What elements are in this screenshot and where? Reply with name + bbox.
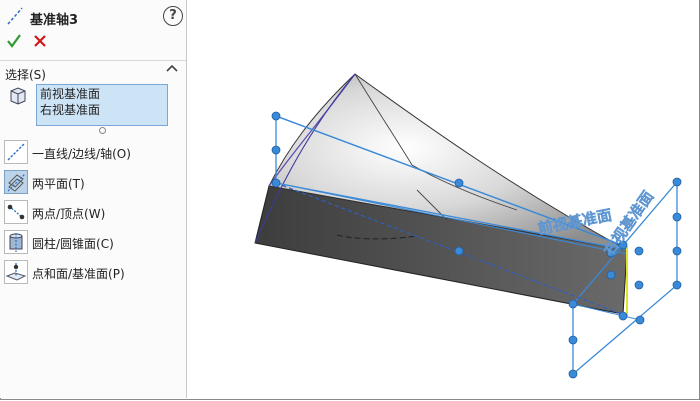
help-button[interactable]: ? xyxy=(163,6,183,26)
option-label: 一直线/边线/轴(O) xyxy=(32,147,131,161)
point-plane-icon[interactable] xyxy=(4,260,28,284)
x-icon xyxy=(34,35,46,47)
chevron-up-icon[interactable] xyxy=(166,62,178,77)
selections-section-title[interactable]: 选择(S) xyxy=(5,66,46,83)
feature-title: 基准轴3 xyxy=(30,13,79,28)
face-selection-icon xyxy=(10,87,26,105)
option-label: 两平面(T) xyxy=(32,177,85,191)
two-points-icon[interactable] xyxy=(4,200,28,224)
option-two-points[interactable]: 两点/顶点(W) xyxy=(4,200,182,226)
selection-item[interactable]: 右视基准面 xyxy=(40,102,164,118)
graphics-viewport[interactable]: 前视基准面 右视基准面 xyxy=(187,0,699,398)
property-manager-panel: 基准轴3 ? 选择(S) 前视基准面 右视基准面 一直线/边线/轴(O) 两平面… xyxy=(0,0,187,398)
selection-list-box[interactable]: 前视基准面 右视基准面 xyxy=(36,84,168,126)
option-point-plane[interactable]: 点和面/基准面(P) xyxy=(4,260,182,286)
cylinder-cone-icon[interactable] xyxy=(4,230,28,254)
option-label: 圆柱/圆锥面(C) xyxy=(32,237,114,251)
cancel-button[interactable] xyxy=(33,33,47,52)
list-resize-handle[interactable] xyxy=(99,127,106,134)
feature-title-row: 基准轴3 ? xyxy=(6,6,183,28)
option-label: 两点/顶点(W) xyxy=(32,207,106,221)
check-icon xyxy=(7,34,21,48)
ok-button[interactable] xyxy=(6,33,22,53)
model-view[interactable]: 前视基准面 右视基准面 xyxy=(187,0,699,398)
divider xyxy=(0,60,186,61)
selection-item[interactable]: 前视基准面 xyxy=(40,86,164,102)
option-two-planes[interactable]: 两平面(T) xyxy=(4,170,182,196)
option-cylinder-cone[interactable]: 圆柱/圆锥面(C) xyxy=(4,230,182,256)
option-line-edge-axis[interactable]: 一直线/边线/轴(O) xyxy=(4,140,182,166)
axis-icon xyxy=(7,7,23,25)
two-planes-icon[interactable] xyxy=(4,170,28,194)
line-edge-axis-icon[interactable] xyxy=(4,140,28,164)
option-label: 点和面/基准面(P) xyxy=(32,267,125,281)
